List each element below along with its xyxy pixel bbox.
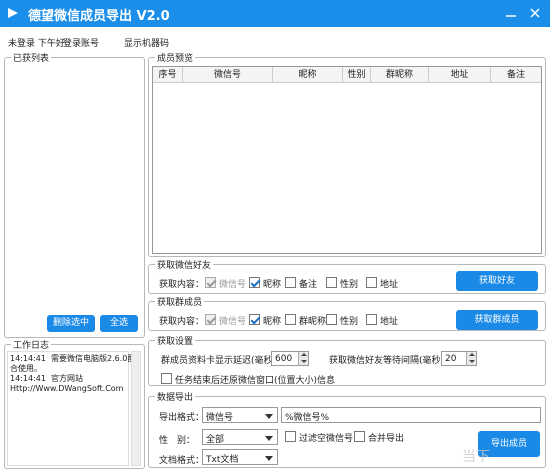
export-title: 数据导出	[155, 390, 196, 403]
option-label: 昵称	[263, 280, 282, 290]
gender-value: 全部	[206, 435, 225, 445]
column-header[interactable]: 地址	[429, 67, 491, 83]
option-label: 性别	[340, 280, 359, 290]
column-header[interactable]: 备注	[491, 67, 541, 83]
content-label: 获取内容：	[159, 280, 205, 290]
chevron-down-icon	[265, 456, 273, 461]
get-group-members-title: 获取群成员	[155, 295, 205, 308]
filter-empty-checkbox[interactable]	[285, 431, 296, 442]
login-status: 未登录 下午好	[8, 39, 65, 49]
restore-window-checkbox[interactable]	[161, 373, 172, 384]
option-label: 群昵称	[299, 317, 327, 327]
work-log-panel: 工作日志 14:14:41 需要微信电脑版2.6.0配 合使用。 14:14:4…	[4, 338, 145, 469]
chevron-down-icon	[265, 414, 273, 419]
content-label: 获取内容：	[159, 317, 205, 327]
watermark: 当下	[462, 449, 490, 465]
get-friends-title: 获取微信好友	[155, 258, 214, 271]
merge-export-checkbox[interactable]	[354, 431, 365, 442]
acquired-list[interactable]	[7, 64, 142, 312]
format-label: 导出格式：	[159, 413, 205, 423]
gender-checkbox[interactable]	[326, 277, 337, 288]
work-log-title: 工作日志	[11, 338, 52, 351]
acquired-list-title: 已获列表	[11, 51, 52, 64]
address-checkbox[interactable]	[366, 277, 377, 288]
delay-value: 600	[275, 354, 293, 364]
member-preview-title: 成员预览	[155, 51, 196, 64]
get-group-members-panel: 获取群成员 获取内容： 微信号 昵称 群昵称 性别 地址 获取群成员	[148, 295, 546, 331]
option-label: 备注	[299, 280, 318, 290]
login-account-link[interactable]: 登录账号	[63, 36, 99, 49]
option-label: 昵称	[263, 317, 282, 327]
settings-panel: 获取设置 群成员资料卡显示延迟(毫秒)： 600 获取微信好友等待间隔(毫秒)：…	[148, 334, 546, 386]
merge-export-label: 合并导出	[368, 434, 405, 444]
doc-format-value: Txt文档	[206, 455, 239, 465]
option-label: 微信号	[219, 317, 247, 327]
wait-value: 20	[445, 354, 457, 364]
option-label: 地址	[380, 280, 399, 290]
acquired-list-panel: 已获列表 删除选中 全选	[4, 51, 145, 338]
filter-empty-label: 过滤空微信号	[299, 434, 354, 444]
group-nickname-checkbox[interactable]	[285, 314, 296, 325]
settings-title: 获取设置	[155, 334, 196, 347]
column-header[interactable]: 微信号	[183, 67, 273, 83]
wait-label: 获取微信好友等待间隔(毫秒)：	[329, 356, 454, 366]
format-template-input[interactable]: %微信号%	[281, 407, 541, 423]
spin-down-icon[interactable]	[466, 358, 476, 365]
doc-format-select[interactable]: Txt文档	[202, 449, 278, 465]
close-icon[interactable]	[526, 4, 544, 22]
log-scrollbar[interactable]	[131, 351, 141, 466]
select-all-button[interactable]: 全选	[100, 315, 138, 332]
format-select[interactable]: 微信号	[202, 407, 278, 423]
format-template-text: %微信号%	[285, 413, 330, 423]
column-header[interactable]: 序号	[153, 67, 183, 83]
work-log-text[interactable]: 14:14:41 需要微信电脑版2.6.0配 合使用。 14:14:41 官方网…	[7, 351, 135, 466]
restore-window-label: 任务结束后还原微信窗口(位置大小)信息	[175, 376, 336, 386]
get-group-members-button[interactable]: 获取群成员	[456, 310, 538, 330]
option-label: 地址	[380, 317, 399, 327]
spin-down-icon[interactable]	[298, 358, 308, 365]
delay-label: 群成员资料卡显示延迟(毫秒)：	[161, 356, 286, 366]
option-label: 性别	[340, 317, 359, 327]
address-checkbox[interactable]	[366, 314, 377, 325]
remark-checkbox[interactable]	[285, 277, 296, 288]
log-line: Http://Www.DWangSoft.Com	[10, 384, 124, 393]
app-logo-icon	[8, 8, 18, 18]
format-value: 微信号	[206, 413, 234, 423]
minimize-icon[interactable]	[502, 4, 520, 22]
doc-format-label: 文档格式：	[159, 456, 205, 466]
wechat-id-checkbox	[205, 277, 216, 288]
gender-select[interactable]: 全部	[202, 429, 278, 445]
log-line: 14:14:41 需要微信电脑版2.6.0配	[10, 354, 136, 363]
delete-selected-button[interactable]: 删除选中	[47, 315, 95, 332]
column-header[interactable]: 昵称	[273, 67, 343, 83]
gender-checkbox[interactable]	[326, 314, 337, 325]
wechat-id-checkbox	[205, 314, 216, 325]
log-line: 14:14:41 官方网站	[10, 374, 84, 383]
title-bar: 德望微信成员导出 V2.0	[0, 0, 550, 27]
column-header[interactable]: 性别	[343, 67, 371, 83]
nickname-checkbox[interactable]	[249, 314, 260, 325]
get-friends-panel: 获取微信好友 获取内容： 微信号 昵称 备注 性别 地址 获取好友	[148, 258, 546, 294]
wait-spinner[interactable]: 20	[441, 351, 477, 366]
delay-spinner[interactable]: 600	[271, 351, 309, 366]
window-title: 德望微信成员导出 V2.0	[28, 9, 170, 24]
member-preview-panel: 成员预览 序号 微信号 昵称 性别 群昵称 地址 备注	[148, 51, 546, 257]
log-line: 合使用。	[10, 364, 42, 373]
show-machine-code-link[interactable]: 显示机器码	[124, 36, 169, 49]
column-header[interactable]: 群昵称	[371, 67, 429, 83]
gender-label: 性 别：	[159, 436, 196, 446]
member-table[interactable]: 序号 微信号 昵称 性别 群昵称 地址 备注	[152, 66, 542, 254]
option-label: 微信号	[219, 280, 247, 290]
get-friends-button[interactable]: 获取好友	[456, 271, 538, 291]
table-header: 序号 微信号 昵称 性别 群昵称 地址 备注	[153, 67, 541, 83]
nickname-checkbox[interactable]	[249, 277, 260, 288]
chevron-down-icon	[265, 436, 273, 441]
